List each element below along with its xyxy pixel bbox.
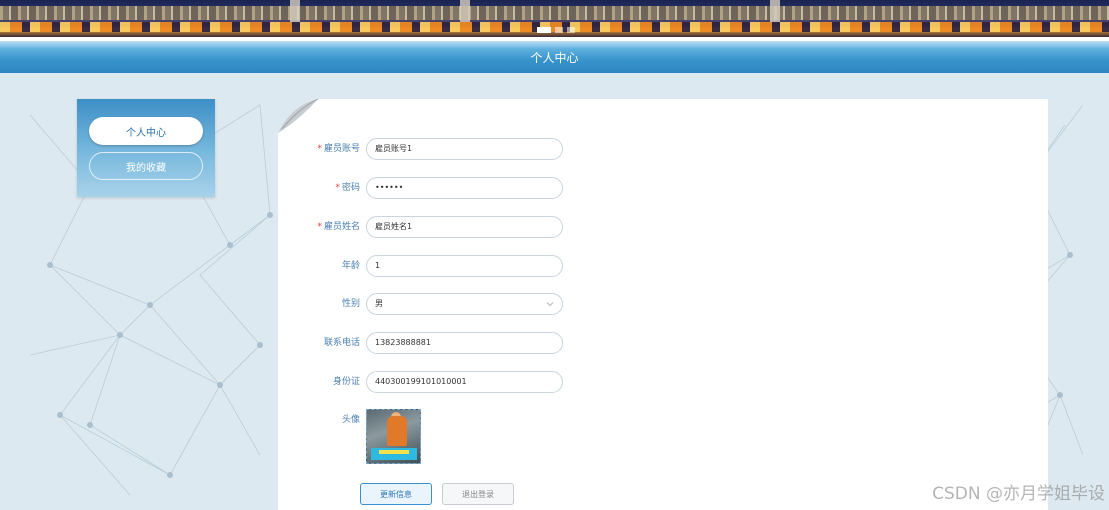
account-label: * 雇员账号 bbox=[317, 138, 360, 160]
carousel-dot-3[interactable] bbox=[567, 27, 575, 33]
profile-form-panel: * 雇员账号 雇员账号1 * 密码 •••••• * 雇员姓名 雇员姓名1 年龄 1 … bbox=[278, 99, 1048, 510]
avatar-label: 头像 bbox=[341, 415, 360, 425]
page-header-bar: 个人中心 bbox=[0, 41, 1109, 73]
id-card-label: 身份证 bbox=[332, 377, 360, 387]
form-row-account: * 雇员账号 雇员账号1 bbox=[278, 138, 878, 160]
age-label: 年龄 bbox=[341, 261, 360, 271]
bridge-deck-decoration bbox=[0, 6, 1109, 20]
form-row-age: 年龄 1 bbox=[278, 255, 878, 277]
age-input[interactable]: 1 bbox=[366, 255, 563, 277]
page-title: 个人中心 bbox=[530, 50, 579, 65]
watermark: CSDN @亦月学姐毕设 bbox=[932, 484, 1105, 504]
account-input[interactable]: 雇员账号1 bbox=[366, 138, 563, 160]
sidebar-item-personal-center[interactable]: 个人中心 bbox=[89, 117, 203, 145]
required-mark: * bbox=[317, 222, 322, 232]
name-label: * 雇员姓名 bbox=[317, 216, 360, 238]
name-input[interactable]: 雇员姓名1 bbox=[366, 216, 563, 238]
form-row-password: * 密码 •••••• bbox=[278, 177, 878, 199]
carousel-dot-1[interactable] bbox=[537, 27, 551, 33]
bridge-pier-decoration bbox=[460, 0, 470, 22]
form-row-name: * 雇员姓名 雇员姓名1 bbox=[278, 216, 878, 238]
carousel-dot-2[interactable] bbox=[555, 27, 563, 33]
id-card-input[interactable]: 440300199101010001 bbox=[366, 371, 563, 393]
page-curl-decoration bbox=[278, 99, 318, 133]
form-row-gender: 性别 男 bbox=[278, 293, 878, 315]
logout-button[interactable]: 退出登录 bbox=[442, 483, 514, 505]
gender-label: 性别 bbox=[341, 299, 360, 309]
password-input[interactable]: •••••• bbox=[366, 177, 563, 199]
form-row-phone: 联系电话 13823888881 bbox=[278, 332, 878, 354]
sidebar-menu: 个人中心 我的收藏 bbox=[77, 99, 215, 197]
avatar-upload[interactable] bbox=[366, 409, 421, 464]
bridge-pier-decoration bbox=[770, 0, 780, 22]
password-label: * 密码 bbox=[335, 177, 360, 199]
required-mark: * bbox=[335, 183, 340, 193]
gender-selected-value: 男 bbox=[375, 299, 383, 308]
form-row-id-card: 身份证 440300199101010001 bbox=[278, 371, 878, 393]
account-label-text: 雇员账号 bbox=[323, 144, 360, 154]
name-label-text: 雇员姓名 bbox=[323, 222, 360, 232]
phone-label: 联系电话 bbox=[323, 338, 360, 348]
sidebar-item-my-favorites[interactable]: 我的收藏 bbox=[89, 152, 203, 180]
gender-select[interactable]: 男 bbox=[366, 293, 563, 315]
password-label-text: 密码 bbox=[341, 183, 360, 193]
bridge-pier-decoration bbox=[290, 0, 300, 22]
avatar-image-person bbox=[387, 416, 407, 446]
avatar-image-sign-text bbox=[379, 450, 409, 454]
phone-input[interactable]: 13823888881 bbox=[366, 332, 563, 354]
carousel-indicators bbox=[537, 27, 575, 33]
top-banner-carousel bbox=[0, 0, 1109, 37]
chevron-down-icon bbox=[546, 302, 554, 307]
required-mark: * bbox=[317, 144, 322, 154]
update-info-button[interactable]: 更新信息 bbox=[360, 483, 432, 505]
